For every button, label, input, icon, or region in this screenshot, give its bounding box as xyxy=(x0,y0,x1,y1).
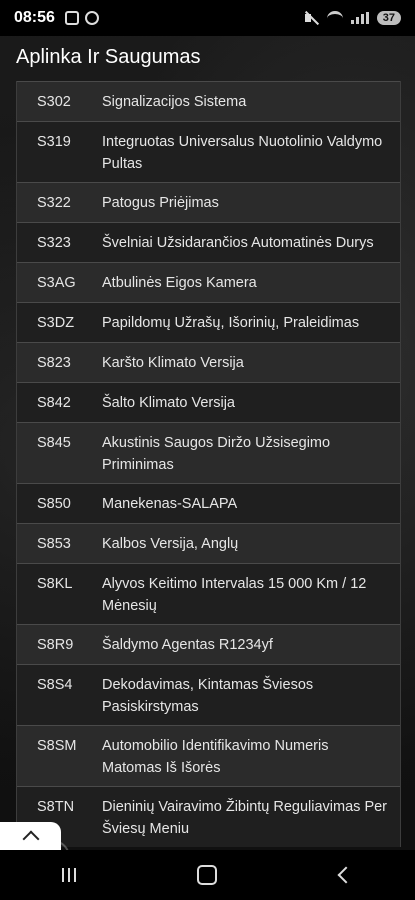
item-code: S319 xyxy=(37,134,71,150)
list-item: S3DZ Papildomų Užrašų, Išorinių, Praleidi… xyxy=(17,302,400,342)
scroll-to-top-button[interactable] xyxy=(0,822,61,850)
item-code: S845 xyxy=(37,435,71,451)
list-item: S322 Patogus Priėjimas xyxy=(17,182,400,222)
list-item: S8TN Dieninių Vairavimo Žibintų Reguliavi… xyxy=(17,786,400,847)
list-item: S319 Integruotas Universalus Nuotolinio V… xyxy=(17,121,400,182)
back-icon xyxy=(337,866,355,884)
item-label: Automobilio Identifikavimo Numeris Matom… xyxy=(102,738,329,776)
chevron-up-icon xyxy=(22,830,39,848)
item-code: S3AG xyxy=(37,275,76,291)
list-item: S3AG Atbulinės Eigos Kamera xyxy=(17,262,400,302)
item-code: S8KL xyxy=(37,576,73,592)
item-label: Dekodavimas, Kintamas Šviesos Pasiskirst… xyxy=(102,677,314,715)
wifi-icon xyxy=(326,10,343,26)
signal-icon xyxy=(350,12,369,24)
list-item: S323 Švelniai Užsidarančios Automatinės D… xyxy=(17,222,400,262)
item-label: Dieninių Vairavimo Žibintų Reguliavimas … xyxy=(102,799,388,837)
messenger-icon xyxy=(84,11,99,25)
system-nav-bar xyxy=(0,850,415,900)
list-item: S842 Šalto Klimato Versija xyxy=(17,382,400,422)
item-label: Manekenas-SALAPA xyxy=(102,496,238,512)
battery-indicator: 37 xyxy=(376,11,401,25)
item-code: S842 xyxy=(37,395,71,411)
item-label: Integruotas Universalus Nuotolinio Valdy… xyxy=(102,134,383,172)
item-code: S823 xyxy=(37,355,71,371)
back-button[interactable] xyxy=(326,855,366,895)
item-label: Papildomų Užrašų, Išorinių, Praleidimas xyxy=(102,315,360,331)
item-code: S3DZ xyxy=(37,315,75,331)
item-label: Karšto Klimato Versija xyxy=(102,355,244,371)
item-label: Švelniai Užsidarančios Automatinės Durys xyxy=(102,235,374,251)
recents-icon xyxy=(62,868,77,882)
list-item: S8KL Alyvos Keitimo Intervalas 15 000 Km … xyxy=(17,563,400,624)
list-item: S853 Kalbos Versija, Anglų xyxy=(17,523,400,563)
list-item: S8R9 Šaldymo Agentas R1234yf xyxy=(17,624,400,664)
item-label: Patogus Priėjimas xyxy=(102,195,219,211)
item-code: S323 xyxy=(37,235,71,251)
list-item: S302 Signalizacijos Sistema xyxy=(17,81,400,121)
item-code: S322 xyxy=(37,195,71,211)
item-label: Šaldymo Agentas R1234yf xyxy=(102,637,273,653)
list-item: S823 Karšto Klimato Versija xyxy=(17,342,400,382)
home-button[interactable] xyxy=(187,855,227,895)
list-item: S8SM Automobilio Identifikavimo Numeris M… xyxy=(17,725,400,786)
status-time: 08:56 xyxy=(14,9,55,26)
screenshot-icon xyxy=(64,11,79,25)
home-icon xyxy=(197,865,218,885)
item-label: Atbulinės Eigos Kamera xyxy=(102,275,257,291)
item-label: Kalbos Versija, Anglų xyxy=(102,536,239,552)
list-item: S8S4 Dekodavimas, Kintamas Šviesos Pasisk… xyxy=(17,664,400,725)
list-item: S850 Manekenas-SALAPA xyxy=(17,483,400,523)
item-code: S8SM xyxy=(37,738,77,754)
mute-icon xyxy=(304,12,319,24)
item-code: S302 xyxy=(37,94,71,110)
item-code: S8S4 xyxy=(37,677,73,693)
item-code: S8R9 xyxy=(37,637,74,653)
status-bar: 08:56 37 xyxy=(0,0,415,36)
list-item: S845 Akustinis Saugos Diržo Užsisegimo Pr… xyxy=(17,422,400,483)
recents-button[interactable] xyxy=(49,855,89,895)
page-title: Aplinka Ir Saugumas xyxy=(16,46,201,68)
item-label: Akustinis Saugos Diržo Užsisegimo Primin… xyxy=(102,435,331,473)
item-code: S853 xyxy=(37,536,71,552)
item-label: Signalizacijos Sistema xyxy=(102,94,247,110)
equipment-list: S302 Signalizacijos Sistema S319 Integruot… xyxy=(16,81,401,847)
item-label: Alyvos Keitimo Intervalas 15 000 Km / 12… xyxy=(102,576,367,614)
item-code: S850 xyxy=(37,496,71,512)
item-label: Šalto Klimato Versija xyxy=(102,395,235,411)
